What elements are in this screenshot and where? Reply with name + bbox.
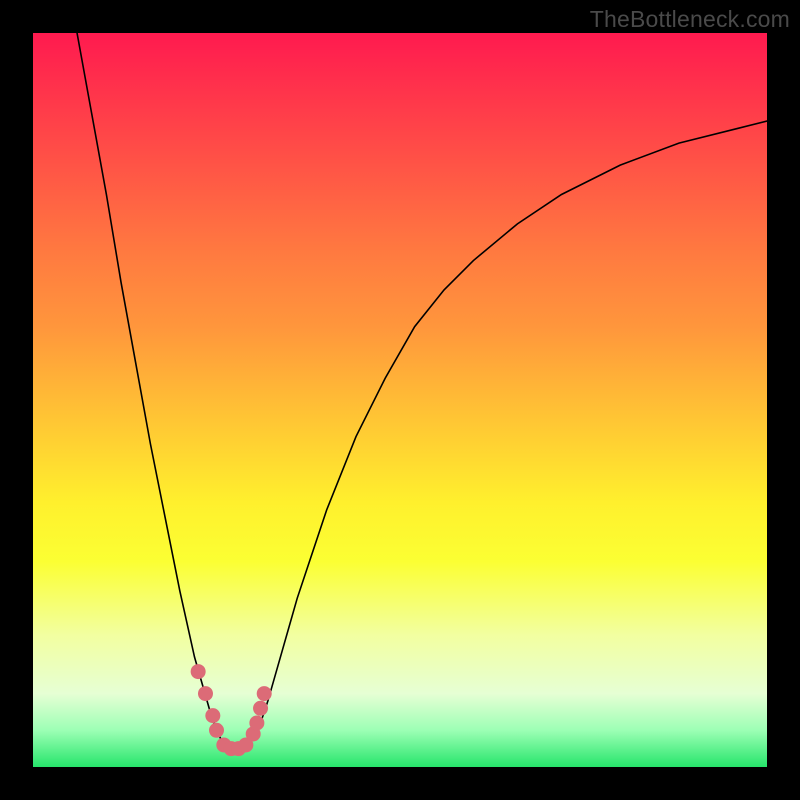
watermark-text: TheBottleneck.com (590, 6, 790, 33)
highlight-dot (209, 723, 224, 738)
plot-area (33, 33, 767, 767)
highlight-dot (249, 715, 264, 730)
highlight-dot (198, 686, 213, 701)
highlight-dot (253, 701, 268, 716)
highlight-dot (257, 686, 272, 701)
plot-svg (33, 33, 767, 767)
curve-line (77, 33, 767, 749)
frame: TheBottleneck.com (0, 0, 800, 800)
highlight-dot (191, 664, 206, 679)
highlight-dots (191, 664, 272, 756)
highlight-dot (205, 708, 220, 723)
